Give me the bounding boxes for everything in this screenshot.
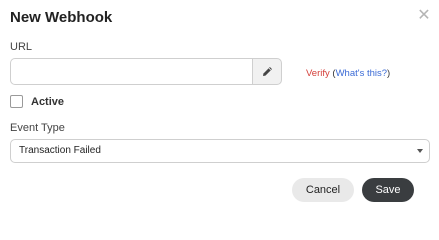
close-paren: ) bbox=[387, 68, 391, 79]
dialog-title: New Webhook bbox=[10, 9, 113, 26]
event-type-selected: Transaction Failed bbox=[19, 145, 101, 156]
url-input[interactable] bbox=[10, 58, 252, 85]
pencil-icon bbox=[262, 67, 272, 76]
active-label: Active bbox=[31, 95, 65, 108]
url-label: URL bbox=[10, 41, 33, 53]
active-checkbox[interactable] bbox=[10, 95, 23, 108]
verify-row: Verify (What's this?) bbox=[306, 68, 390, 79]
event-type-label: Event Type bbox=[10, 122, 65, 134]
event-type-select[interactable]: Transaction Failed bbox=[10, 139, 430, 163]
cancel-button[interactable]: Cancel bbox=[292, 178, 354, 202]
caret-down-icon bbox=[417, 149, 423, 153]
new-webhook-dialog: New Webhook ✕ URL Verify (What's this?) … bbox=[0, 0, 439, 213]
whats-this-link[interactable]: What's this? bbox=[336, 68, 387, 79]
close-icon[interactable]: ✕ bbox=[416, 8, 432, 24]
active-row: Active bbox=[10, 95, 64, 108]
edit-url-button[interactable] bbox=[252, 58, 282, 85]
save-button[interactable]: Save bbox=[362, 178, 414, 202]
verify-link[interactable]: Verify bbox=[306, 68, 330, 79]
url-input-group bbox=[10, 58, 282, 85]
